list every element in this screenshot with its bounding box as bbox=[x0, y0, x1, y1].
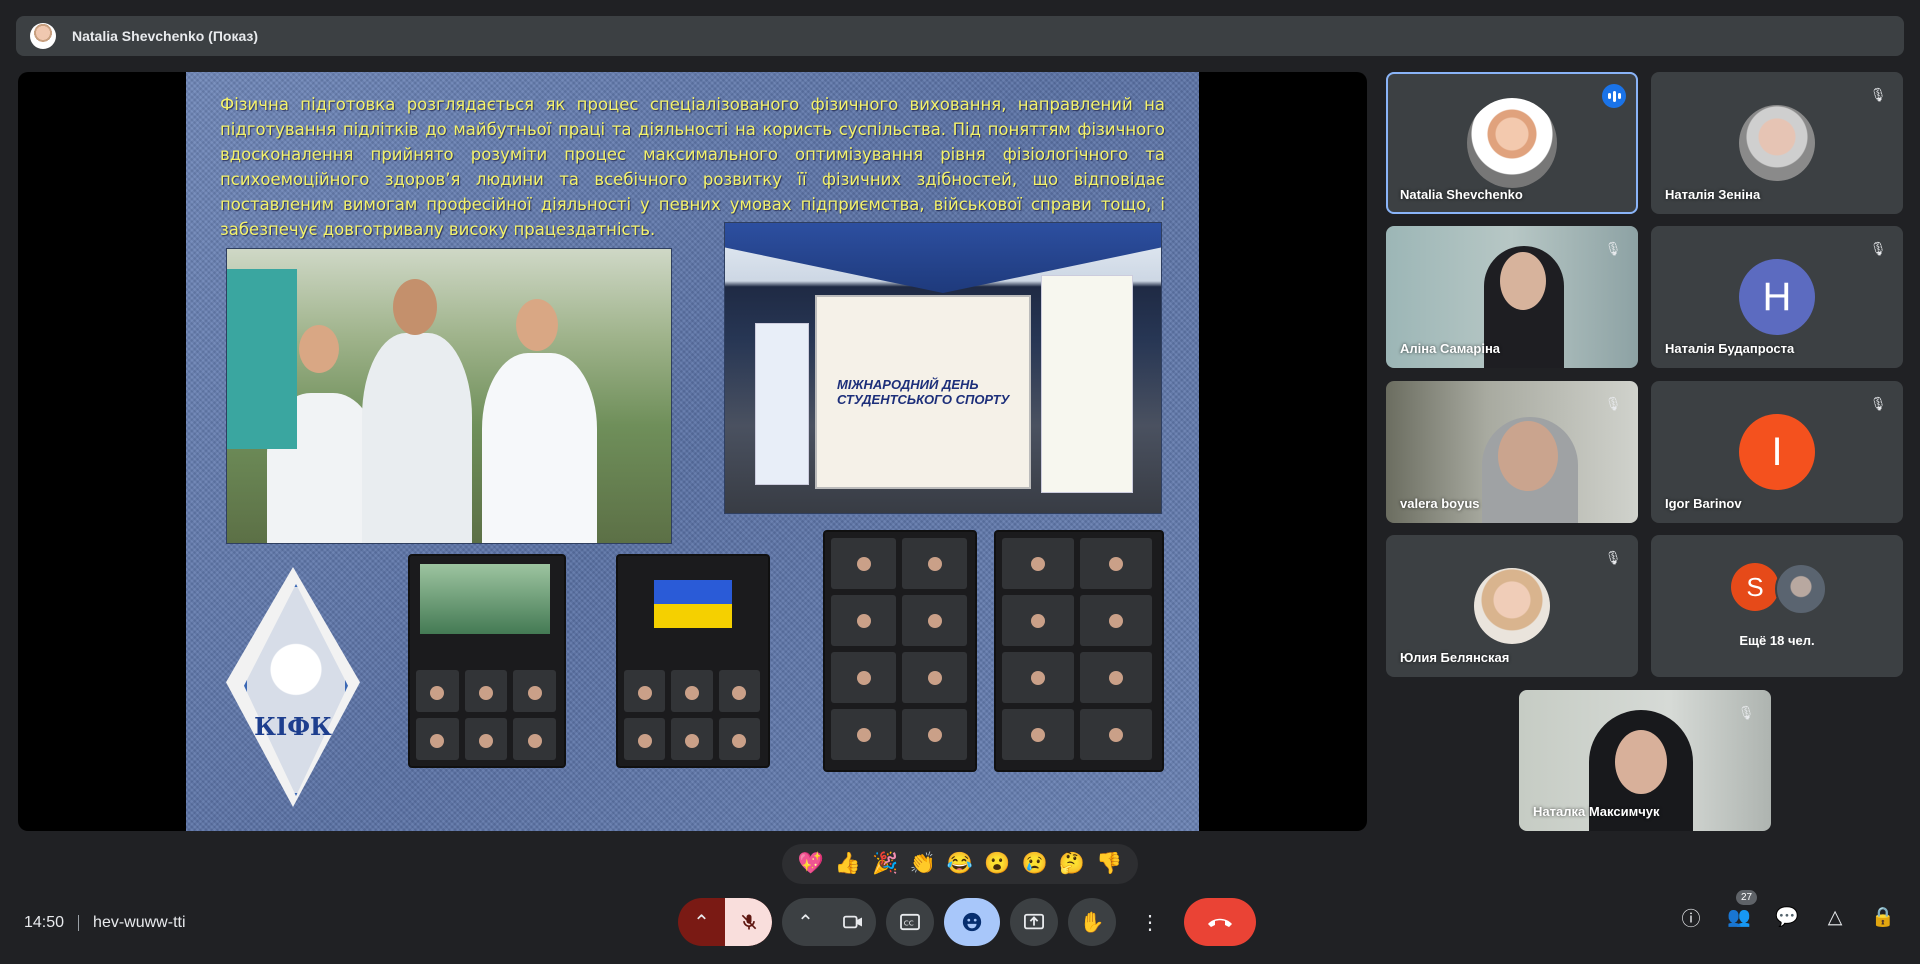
slide-screenshot-1 bbox=[408, 554, 566, 768]
emblem-inner bbox=[244, 584, 348, 796]
raise-hand-icon: ✋ bbox=[1079, 911, 1105, 934]
stage-banner-text: МІЖНАРОДНИЙ ДЕНЬ СТУДЕНТСЬКОГО СПОРТУ bbox=[837, 377, 1010, 407]
people-count-badge: 27 bbox=[1736, 890, 1758, 905]
participant-name: Наталія Будапроста bbox=[1665, 341, 1795, 356]
reaction-thumbs-up[interactable]: 👍 bbox=[835, 852, 861, 876]
participant-name: Юлия Белянская bbox=[1400, 650, 1510, 665]
participant-initial: S bbox=[1731, 563, 1779, 611]
participant-tile[interactable]: Н 🎙 Наталія Будапроста bbox=[1651, 226, 1903, 368]
mic-off-icon: 🎙 bbox=[1604, 396, 1622, 411]
emoji-button[interactable] bbox=[944, 898, 1000, 946]
clock-time: 14:50 bbox=[24, 914, 65, 931]
chevron-up-icon[interactable]: ⌃ bbox=[678, 898, 725, 946]
emoji-icon bbox=[962, 912, 982, 932]
participant-name: Igor Barinov bbox=[1665, 496, 1742, 511]
participant-tile[interactable]: 🎙 Юлия Белянская bbox=[1386, 535, 1638, 677]
divider bbox=[78, 915, 80, 931]
end-call-icon bbox=[1208, 918, 1232, 927]
reaction-party-popper[interactable]: 🎉 bbox=[872, 852, 898, 876]
microphone-button[interactable]: ⌃ bbox=[678, 898, 772, 946]
people-icon[interactable]: 👥 27 bbox=[1726, 890, 1758, 930]
captions-button[interactable]: CC bbox=[886, 898, 934, 946]
mic-off-icon: 🎙 bbox=[1737, 705, 1755, 720]
slide-photo-stage: МІЖНАРОДНИЙ ДЕНЬ СТУДЕНТСЬКОГО СПОРТУ bbox=[724, 222, 1162, 514]
info-icon[interactable]: ⓘ bbox=[1678, 904, 1704, 930]
participant-avatar bbox=[1775, 563, 1827, 615]
mic-off-icon: 🎙 bbox=[1604, 241, 1622, 256]
slide-screenshot-3 bbox=[823, 530, 977, 772]
participant-name: Наталка Максимчук bbox=[1533, 804, 1660, 819]
svg-text:CC: CC bbox=[904, 919, 914, 928]
mic-off-icon: 🎙 bbox=[1869, 241, 1887, 256]
presentation-slide: Фізична підготовка розглядається як проц… bbox=[186, 72, 1199, 831]
reaction-laughing[interactable]: 😂 bbox=[947, 852, 973, 876]
more-participants-label: Ещё 18 чел. bbox=[1739, 633, 1815, 648]
participant-tile[interactable]: 🎙 Наталка Максимчук bbox=[1519, 690, 1771, 831]
presenter-bar: Natalia Shevchenko (Показ) bbox=[16, 16, 1904, 56]
participant-tile[interactable]: 🎙 Наталія Зеніна bbox=[1651, 72, 1903, 214]
reaction-clapping[interactable]: 👏 bbox=[910, 852, 936, 876]
side-panel-buttons: ⓘ 👥 27 💬 △ 🔒 bbox=[1678, 890, 1896, 930]
reaction-thinking[interactable]: 🤔 bbox=[1059, 852, 1085, 876]
participant-initial: I bbox=[1739, 414, 1815, 490]
participant-tile[interactable]: I 🎙 Igor Barinov bbox=[1651, 381, 1903, 523]
meeting-code: hev-wuww-tti bbox=[93, 914, 186, 931]
participant-initial: Н bbox=[1739, 259, 1815, 335]
captions-icon: CC bbox=[900, 913, 920, 931]
mic-off-icon: 🎙 bbox=[1869, 87, 1887, 102]
activities-icon[interactable]: △ bbox=[1822, 904, 1848, 930]
more-options-button[interactable]: ⋮ bbox=[1126, 898, 1174, 946]
more-vert-icon: ⋮ bbox=[1140, 911, 1160, 934]
mic-off-icon: 🎙 bbox=[1604, 550, 1622, 565]
reaction-surprised[interactable]: 😮 bbox=[984, 852, 1010, 876]
end-call-button[interactable] bbox=[1184, 898, 1256, 946]
chat-icon[interactable]: 💬 bbox=[1774, 904, 1800, 930]
mic-off-icon[interactable] bbox=[725, 898, 772, 946]
slide-photo-students bbox=[226, 248, 672, 544]
reaction-sad[interactable]: 😢 bbox=[1022, 852, 1048, 876]
participant-tile[interactable]: Natalia Shevchenko bbox=[1386, 72, 1638, 214]
participant-name: valera boyus bbox=[1400, 496, 1480, 511]
more-participants-tile[interactable]: S Ещё 18 чел. bbox=[1651, 535, 1903, 677]
slide-screenshot-4 bbox=[994, 530, 1164, 772]
reactions-bar: 💖 👍 🎉 👏 😂 😮 😢 🤔 👎 bbox=[782, 844, 1138, 884]
call-controls: ⌃ ⌃ CC ✋ ⋮ bbox=[678, 898, 1256, 946]
participant-name: Наталія Зеніна bbox=[1665, 187, 1761, 202]
presenter-title: Natalia Shevchenko (Показ) bbox=[72, 28, 259, 44]
chevron-up-icon[interactable]: ⌃ bbox=[782, 898, 829, 946]
slide-text: Фізична підготовка розглядається як проц… bbox=[220, 95, 1165, 239]
participant-tile[interactable]: 🎙 Аліна Самаріна bbox=[1386, 226, 1638, 368]
presentation-stage[interactable]: Фізична підготовка розглядається як проц… bbox=[18, 72, 1367, 831]
participant-tile[interactable]: 🎙 valera boyus bbox=[1386, 381, 1638, 523]
host-controls-icon[interactable]: 🔒 bbox=[1870, 904, 1896, 930]
participant-name: Аліна Самаріна bbox=[1400, 341, 1501, 356]
slide-screenshot-2 bbox=[616, 554, 770, 768]
reaction-sparkling-heart[interactable]: 💖 bbox=[798, 852, 824, 876]
raise-hand-button[interactable]: ✋ bbox=[1068, 898, 1116, 946]
mic-off-icon: 🎙 bbox=[1869, 396, 1887, 411]
present-button[interactable] bbox=[1010, 898, 1058, 946]
participant-name: Natalia Shevchenko bbox=[1400, 187, 1523, 202]
emblem-label: КІФК bbox=[254, 712, 332, 741]
meeting-info: 14:50 hev-wuww-tti bbox=[24, 914, 186, 932]
present-icon bbox=[1024, 913, 1044, 930]
reaction-thumbs-down[interactable]: 👎 bbox=[1096, 852, 1122, 876]
camera-icon[interactable] bbox=[829, 898, 876, 946]
presenter-avatar bbox=[30, 23, 56, 49]
camera-button[interactable]: ⌃ bbox=[782, 898, 876, 946]
speaking-indicator-icon bbox=[1602, 84, 1626, 108]
